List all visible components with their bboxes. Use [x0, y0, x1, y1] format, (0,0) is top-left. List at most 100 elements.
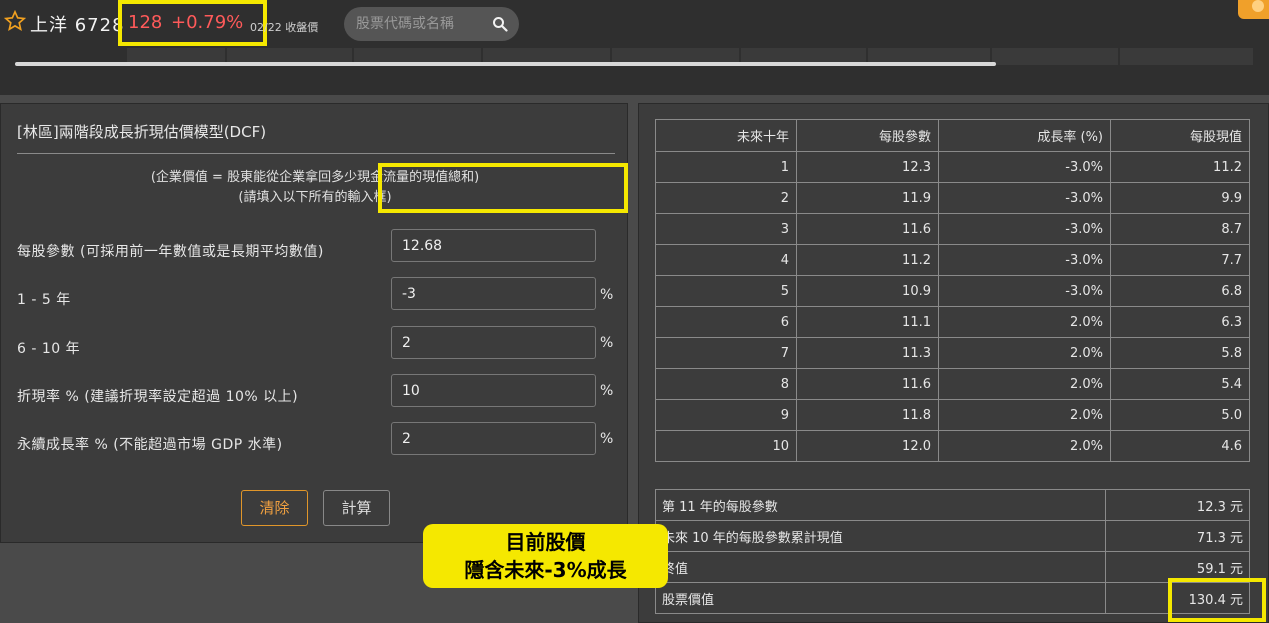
top-bar: 上洋 6728 128 +0.79% 02/22 收盤價: [0, 0, 1269, 95]
table-row: 2 11.9 -3.0% 9.9: [655, 182, 1250, 214]
table-cell: 1: [655, 151, 797, 183]
table-cell: 3: [655, 213, 797, 245]
summary-table: 第 11 年的每股參數 12.3 元 未來 10 年的每股參數累計現值 71.3…: [655, 489, 1250, 614]
search-icon[interactable]: [492, 16, 508, 32]
table-cell: 6.8: [1110, 275, 1250, 307]
table-row: 第 11 年的每股參數 12.3 元: [655, 489, 1250, 521]
star-icon[interactable]: [4, 10, 26, 32]
growth-6-10-unit: %: [600, 335, 614, 351]
table-cell: 2.0%: [938, 306, 1111, 338]
table-cell: -3.0%: [938, 182, 1111, 214]
table-row: 5 10.9 -3.0% 6.8: [655, 275, 1250, 307]
table-cell: 2.0%: [938, 430, 1111, 462]
table-cell: 11.2: [1110, 151, 1250, 183]
table-cell: 9.9: [1110, 182, 1250, 214]
column-header: 成長率 (%): [938, 119, 1111, 152]
table-cell: 8.7: [1110, 213, 1250, 245]
column-header: 每股現值: [1110, 119, 1250, 152]
table-cell: 11.8: [796, 399, 939, 431]
table-row: 10 12.0 2.0% 4.6: [655, 430, 1250, 462]
table-cell: -3.0%: [938, 275, 1111, 307]
growth-1-5-input[interactable]: [391, 277, 596, 310]
table-cell: 5.0: [1110, 399, 1250, 431]
table-cell: 2.0%: [938, 368, 1111, 400]
summary-label: 終值: [655, 551, 1106, 583]
table-header-row: 未來十年 每股參數 成長率 (%) 每股現值: [655, 119, 1250, 152]
growth-input-highlight-box: [378, 163, 628, 213]
table-row: 3 11.6 -3.0% 8.7: [655, 213, 1250, 245]
price-highlight-box: [118, 0, 267, 46]
table-cell: 2.0%: [938, 337, 1111, 369]
table-cell: 6: [655, 306, 797, 338]
clear-button[interactable]: 清除: [241, 490, 308, 526]
perpetual-growth-input[interactable]: [391, 422, 596, 455]
growth-6-10-input[interactable]: [391, 326, 596, 359]
stock-name: 上洋 6728: [30, 15, 125, 36]
table-cell: 7: [655, 337, 797, 369]
annotation-callout: 目前股價 隱含未來-3%成長: [423, 524, 668, 588]
table-cell: 12.0: [796, 430, 939, 462]
table-cell: 7.7: [1110, 244, 1250, 276]
table-cell: 5: [655, 275, 797, 307]
table-row: 7 11.3 2.0% 5.8: [655, 337, 1250, 369]
table-cell: 8: [655, 368, 797, 400]
table-row: 8 11.6 2.0% 5.4: [655, 368, 1250, 400]
perpetual-growth-unit: %: [600, 431, 614, 447]
table-cell: 5.4: [1110, 368, 1250, 400]
search-box[interactable]: [344, 7, 519, 41]
table-cell: 4.6: [1110, 430, 1250, 462]
projection-table-body: 1 12.3 -3.0% 11.2 2 11.9 -3.0% 9.9 3 11.6 -3.0% 8.7…: [655, 151, 1250, 462]
table-row: 4 11.2 -3.0% 7.7: [655, 244, 1250, 276]
calculate-button[interactable]: 計算: [323, 490, 390, 526]
search-input[interactable]: [356, 14, 486, 34]
table-cell: -3.0%: [938, 151, 1111, 183]
table-row: 9 11.8 2.0% 5.0: [655, 399, 1250, 431]
eps-input[interactable]: [391, 229, 596, 262]
close-date-label: 02/22 收盤價: [250, 21, 319, 34]
table-cell: -3.0%: [938, 244, 1111, 276]
summary-label: 未來 10 年的每股參數累計現值: [655, 520, 1106, 552]
projection-table: 未來十年 每股參數 成長率 (%) 每股現值 1 12.3 -3.0% 11.2 2 11…: [655, 119, 1250, 462]
table-cell: 5.8: [1110, 337, 1250, 369]
horizontal-scrollbar[interactable]: [15, 62, 996, 66]
table-row: 未來 10 年的每股參數累計現值 71.3 元: [655, 520, 1250, 552]
table-row: 終值 59.1 元: [655, 551, 1250, 583]
summary-label: 股票價值: [655, 582, 1106, 614]
tab-strip-segment: [992, 48, 1118, 65]
eps-label: 每股參數 (可採用前一年數值或是長期平均數值): [17, 244, 324, 260]
column-header: 每股參數: [796, 119, 939, 152]
title-divider: [17, 153, 615, 154]
table-cell: 11.9: [796, 182, 939, 214]
table-cell: 11.2: [796, 244, 939, 276]
table-cell: 9: [655, 399, 797, 431]
table-cell: 10.9: [796, 275, 939, 307]
stock-value-highlight-box: [1168, 578, 1266, 622]
table-cell: 10: [655, 430, 797, 462]
callout-line-2: 隱含未來-3%成長: [464, 558, 627, 582]
table-cell: 11.6: [796, 213, 939, 245]
table-cell: 11.1: [796, 306, 939, 338]
discount-rate-unit: %: [600, 383, 614, 399]
column-header: 未來十年: [655, 119, 797, 152]
table-cell: 11.3: [796, 337, 939, 369]
summary-label: 第 11 年的每股參數: [655, 489, 1106, 521]
growth-1-5-label: 1 - 5 年: [17, 292, 71, 308]
table-cell: 4: [655, 244, 797, 276]
table-cell: 11.6: [796, 368, 939, 400]
growth-1-5-unit: %: [600, 287, 614, 303]
notification-dot: [1252, 0, 1264, 12]
table-cell: -3.0%: [938, 213, 1111, 245]
table-cell: 6.3: [1110, 306, 1250, 338]
discount-rate-input[interactable]: [391, 374, 596, 407]
summary-value: 71.3 元: [1105, 520, 1250, 552]
growth-6-10-label: 6 - 10 年: [17, 341, 81, 357]
panel-title: [林區]兩階段成長折現估價模型(DCF): [17, 123, 267, 141]
discount-rate-label: 折現率 % (建議折現率設定超過 10% 以上): [17, 389, 299, 405]
table-cell: 2.0%: [938, 399, 1111, 431]
perpetual-growth-label: 永續成長率 % (不能超過市場 GDP 水準): [17, 437, 283, 453]
dcf-result-panel: 未來十年 每股參數 成長率 (%) 每股現值 1 12.3 -3.0% 11.2 2 11…: [638, 103, 1269, 623]
tab-strip-segment: [1120, 48, 1253, 65]
table-row: 1 12.3 -3.0% 11.2: [655, 151, 1250, 183]
table-cell: 12.3: [796, 151, 939, 183]
notification-tab[interactable]: [1238, 0, 1269, 19]
